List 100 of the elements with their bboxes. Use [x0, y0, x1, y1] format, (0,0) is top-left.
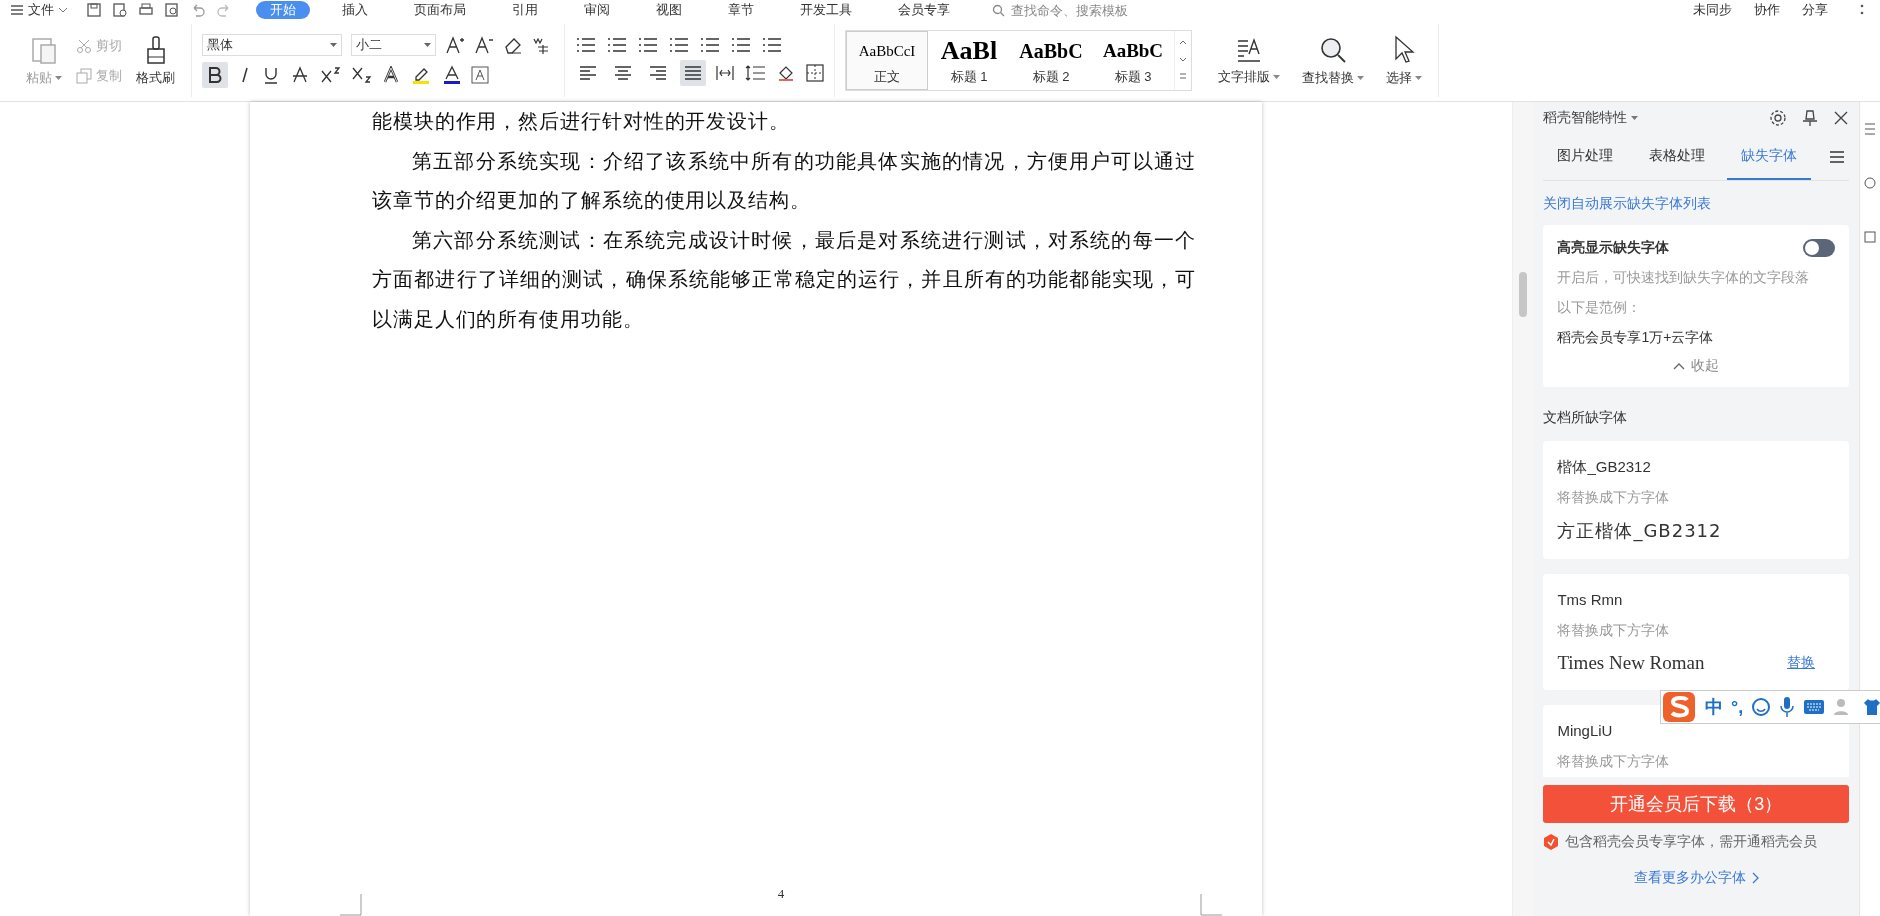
menu-tab[interactable]: 章节 — [714, 1, 768, 19]
collapse-button[interactable]: 收起 — [1673, 357, 1720, 375]
auto-show-link[interactable]: 关闭自动展示缺失字体列表 — [1543, 195, 1712, 213]
emoji-icon[interactable] — [1751, 697, 1772, 717]
paragraph-tool-icon[interactable] — [637, 35, 659, 54]
top-action[interactable]: 未同步 — [1693, 1, 1732, 19]
grow-font-icon[interactable] — [445, 34, 465, 55]
paragraph-tool-icon[interactable] — [606, 35, 628, 54]
cursor-arrow-icon — [1392, 34, 1416, 65]
font-name: MingLiU — [1557, 721, 1613, 740]
font-hint: 将替换成下方字体 — [1557, 752, 1670, 771]
paragraph-tool-icon[interactable] — [730, 35, 752, 54]
command-search-field[interactable]: 查找命令、搜索模板 — [992, 1, 1173, 19]
borders-icon[interactable] — [806, 63, 824, 82]
menu-tab[interactable]: 审阅 — [570, 1, 624, 19]
style-option[interactable]: AaBbC 标题 3 — [1092, 31, 1174, 90]
align-icon — [579, 64, 597, 81]
font-name: Tms Rmn — [1557, 590, 1623, 609]
panel-tab[interactable]: 缺失字体 — [1727, 134, 1812, 180]
chevron-up-icon — [1673, 362, 1686, 370]
menu-tab[interactable]: 引用 — [498, 1, 552, 19]
page-corner-mark — [340, 894, 362, 916]
font-size-field[interactable]: 小二 — [351, 33, 436, 56]
more-fonts-link[interactable]: 查看更多办公字体 — [1633, 869, 1746, 887]
example-text: 稻壳会员专享1万+云字体 — [1557, 328, 1714, 347]
font-color-icon[interactable] — [442, 64, 462, 85]
caret-icon[interactable] — [1631, 116, 1639, 120]
select-button[interactable]: 选择 — [1380, 32, 1428, 89]
toggle-switch[interactable] — [1803, 239, 1836, 257]
panel-tab[interactable]: 图片处理 — [1543, 134, 1628, 180]
settings-icon[interactable] — [1769, 109, 1788, 127]
highlight-title: 高亮显示缺失字体 — [1557, 239, 1670, 257]
menu-tab[interactable]: 开发工具 — [786, 1, 866, 19]
search-icon — [992, 3, 1005, 17]
shirt-icon[interactable] — [1863, 698, 1880, 716]
distribute-icon[interactable] — [715, 63, 735, 82]
input-method-logo-icon[interactable] — [1661, 690, 1697, 724]
example-label: 以下是范例： — [1557, 298, 1642, 317]
chevron-icon — [58, 6, 68, 14]
menu-icon[interactable] — [1829, 150, 1846, 164]
caret-icon — [1415, 75, 1422, 80]
shield-icon — [1543, 833, 1560, 851]
scissors-icon — [76, 37, 92, 54]
close-icon[interactable] — [1833, 110, 1850, 126]
menu-tab[interactable]: 页面布局 — [400, 1, 480, 19]
menu-tab[interactable]: 视图 — [642, 1, 696, 19]
align-icon — [614, 64, 632, 81]
page-number: 4 — [777, 886, 785, 902]
paste-label: 粘贴 — [26, 68, 52, 87]
align-icon — [684, 64, 702, 81]
align-button[interactable] — [680, 59, 706, 86]
save-icon[interactable] — [86, 2, 102, 18]
top-action[interactable]: 分享 — [1802, 1, 1828, 19]
caret-icon — [330, 42, 337, 47]
caret-icon — [1357, 75, 1364, 80]
bold-button[interactable] — [202, 61, 228, 88]
keyboard-icon[interactable] — [1803, 699, 1826, 715]
font-name-field[interactable]: 黑体 — [202, 33, 342, 56]
style-option[interactable]: AaBbC 标题 2 — [1010, 31, 1092, 90]
caret-icon — [55, 75, 62, 80]
file-menu[interactable]: 文件 — [10, 1, 68, 19]
style-option[interactable]: AaBbCcI 正文 — [846, 31, 928, 90]
style-option[interactable]: AaBl 标题 1 — [928, 31, 1010, 90]
font-hint: 将替换成下方字体 — [1557, 488, 1670, 507]
print-icon[interactable] — [138, 2, 154, 18]
paragraph-tool-icon[interactable] — [668, 35, 690, 54]
sidebar-tool-icon[interactable] — [1863, 176, 1877, 190]
find-replace-button[interactable]: 查找替换 — [1296, 32, 1370, 89]
pin-icon[interactable] — [1801, 109, 1820, 127]
paragraph-tool-icon[interactable] — [761, 35, 783, 54]
microphone-icon[interactable] — [1779, 696, 1796, 718]
character-border-icon[interactable] — [471, 65, 489, 84]
panel-title[interactable]: 稻壳智能特性 — [1543, 109, 1628, 127]
input-mode[interactable]: 中 — [1705, 695, 1723, 719]
panel-tab[interactable]: 表格处理 — [1635, 134, 1720, 180]
replace-link[interactable]: 替换 — [1787, 654, 1816, 672]
paragraph-tool-icon[interactable] — [575, 35, 597, 54]
copy-icon — [76, 67, 92, 84]
menu-tab[interactable]: 插入 — [328, 1, 382, 19]
text-layout-button[interactable]: 文字排版 — [1212, 33, 1286, 88]
highlight-description: 开启后，可快速找到缺失字体的文字段落 — [1557, 268, 1810, 287]
print-preview-icon[interactable] — [164, 2, 180, 18]
chevron-right-icon[interactable] — [1751, 872, 1759, 884]
superscript-icon[interactable] — [320, 65, 342, 84]
page-corner-mark — [1200, 894, 1222, 916]
punctuation-mode[interactable]: °, — [1731, 696, 1744, 718]
menu-icon — [10, 4, 24, 16]
format-painter-button[interactable]: 格式刷 — [130, 32, 181, 89]
menu-tab[interactable]: 会员专享 — [884, 1, 964, 19]
subscript-icon[interactable] — [351, 65, 373, 84]
bold-icon — [208, 66, 222, 83]
top-action[interactable]: 协作 — [1754, 1, 1780, 19]
line-spacing-icon[interactable] — [744, 63, 768, 82]
font-hint: 将替换成下方字体 — [1557, 621, 1670, 640]
paragraph-tool-icon[interactable] — [699, 35, 721, 54]
replacement-font: Times New Roman — [1557, 652, 1705, 674]
document-paragraph: 能模块的作用，然后进行针对性的开发设计。 — [372, 109, 791, 134]
caret-icon — [424, 42, 431, 47]
font-name: 楷体_GB2312 — [1557, 457, 1651, 476]
shrink-font-icon[interactable] — [474, 34, 494, 55]
